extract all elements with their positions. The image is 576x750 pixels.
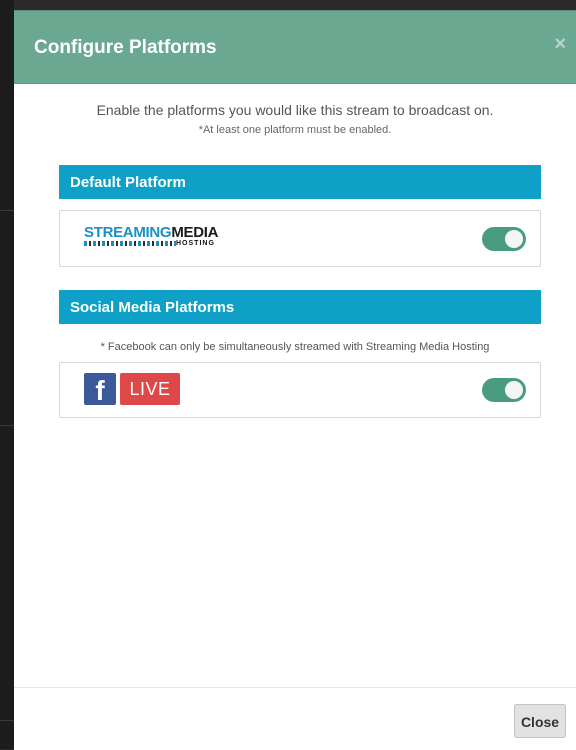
default-platform-heading: Default Platform (59, 165, 541, 199)
close-icon[interactable]: × (554, 33, 566, 56)
toggle-knob (505, 381, 523, 399)
facebook-f-icon: f (84, 373, 116, 406)
backdrop-line (0, 720, 14, 721)
logo-text-media: MEDIA (171, 224, 219, 241)
toggle-knob (505, 230, 523, 248)
close-button[interactable]: Close (514, 704, 566, 738)
configure-platforms-dialog: Configure Platforms × Enable the platfor… (14, 10, 576, 750)
facebook-live-toggle[interactable] (482, 378, 526, 402)
live-badge: LIVE (120, 373, 180, 405)
dialog-body: Enable the platforms you would like this… (14, 84, 576, 688)
logo-text-hosting: HOSTING (176, 240, 215, 247)
streaming-media-platform-card: STREAMINGMEDIA HOSTING (59, 210, 541, 267)
logo-text-streaming: STREAMING (84, 224, 172, 241)
social-media-platforms-heading: Social Media Platforms (59, 290, 541, 324)
backdrop-line (0, 210, 14, 211)
dialog-footer: Close (14, 687, 576, 750)
backdrop-line (0, 425, 14, 426)
streaming-media-toggle[interactable] (482, 227, 526, 251)
streaming-media-hosting-logo: STREAMINGMEDIA HOSTING (84, 224, 224, 254)
facebook-live-platform-card: f LIVE (59, 362, 541, 418)
dialog-title: Configure Platforms (34, 37, 217, 58)
page-backdrop (0, 0, 14, 749)
facebook-note: * Facebook can only be simultaneously st… (100, 341, 490, 353)
intro-note: *At least one platform must be enabled. (198, 124, 392, 136)
logo-pattern (84, 241, 176, 246)
dialog-header: Configure Platforms × (14, 11, 576, 84)
intro-text: Enable the platforms you would like this… (96, 102, 494, 118)
